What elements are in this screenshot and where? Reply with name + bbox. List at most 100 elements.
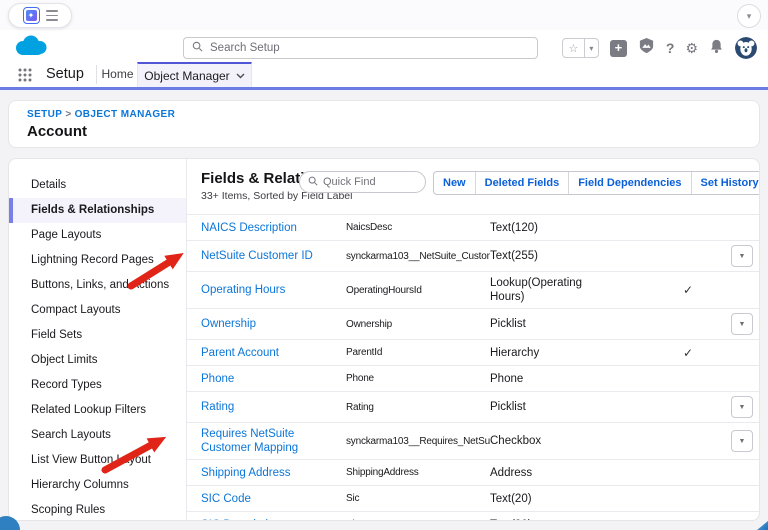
tab-home[interactable]: Home: [98, 62, 137, 87]
field-label-link[interactable]: Ownership: [201, 317, 346, 331]
app-launcher-waffle-icon[interactable]: [18, 68, 32, 87]
action-button[interactable]: Deleted Fields: [474, 172, 569, 194]
sidebar-item[interactable]: Fields & Relationships: [9, 198, 186, 223]
field-data-type: Picklist: [490, 318, 526, 330]
cursor-corner: [757, 521, 768, 530]
sidebar-item[interactable]: Details: [9, 173, 186, 198]
row-menu-cell: ▼: [728, 313, 759, 335]
setup-nav-bar: Setup Home Object Manager: [0, 62, 768, 90]
search-icon: [308, 173, 318, 191]
quick-create-plus-icon[interactable]: +: [609, 39, 627, 57]
trailhead-icon[interactable]: [638, 37, 655, 59]
search-input[interactable]: [210, 42, 529, 54]
action-button[interactable]: New: [434, 172, 475, 194]
row-dropdown-button[interactable]: ▼: [731, 245, 753, 267]
field-data-type: Text(80): [490, 518, 648, 521]
field-label-link[interactable]: Shipping Address: [201, 466, 346, 480]
table-row: Parent Account ParentId Hierarchy ✓: [187, 339, 759, 365]
field-data-type: Text(20): [490, 492, 532, 505]
table-row: SIC Code Sic Text(20): [187, 485, 759, 511]
sidebar-item[interactable]: Field Sets: [9, 323, 186, 348]
table-row: NetSuite Customer ID synckarma103__NetSui…: [187, 240, 759, 271]
table-row: Operating Hours OperatingHoursId Lookup(Op…: [187, 271, 759, 308]
field-api-name: Ownership: [346, 318, 392, 330]
quick-find-input[interactable]: [323, 176, 403, 188]
sidebar-item[interactable]: Object Limits: [9, 348, 186, 373]
row-menu-cell: ▼: [728, 430, 759, 452]
field-api-name: synckarma103__Requires_NetSuite_Cus: [346, 435, 490, 447]
field-data-type: Text(255): [490, 250, 538, 262]
row-dropdown-button[interactable]: ▼: [731, 313, 753, 335]
field-data-type: Checkbox: [490, 435, 542, 447]
favorites-control: ☆ ▾: [561, 38, 599, 58]
field-label-link[interactable]: Phone: [201, 372, 346, 386]
table-row: SIC DescriptionSicDescText(80): [187, 511, 759, 521]
row-dropdown-button[interactable]: ▼: [731, 396, 753, 418]
table-row: NAICS Description NaicsDesc Text(120): [187, 214, 759, 240]
extension-pill[interactable]: ✦: [8, 3, 72, 28]
action-button[interactable]: Set History Tracking: [690, 172, 759, 194]
sidebar-item[interactable]: Hierarchy Columns: [9, 473, 186, 498]
sidebar-item[interactable]: Page Layouts: [9, 223, 186, 248]
indexed-checkmark: ✓: [682, 283, 694, 297]
sidebar-item[interactable]: Search Layouts: [9, 423, 186, 448]
help-icon[interactable]: ?: [666, 40, 675, 56]
chevron-down-icon: [236, 73, 245, 78]
setup-gear-icon[interactable]: ⚙: [685, 40, 698, 57]
favorites-star-icon[interactable]: ☆: [563, 39, 584, 57]
sidebar-item[interactable]: Record Types: [9, 373, 186, 398]
field-api-name: synckarma103__NetSuite_Customer_ID_: [346, 250, 490, 262]
field-label-link[interactable]: SIC Description: [201, 518, 346, 521]
sidebar-item[interactable]: Related Lookup Filters: [9, 398, 186, 423]
field-data-type: Hierarchy: [490, 346, 540, 359]
object-manager-card: Details Fields & Relationships Page Layout…: [8, 158, 760, 521]
favorites-caret-icon[interactable]: ▾: [583, 39, 598, 57]
field-api-name: SicDesc: [346, 519, 490, 520]
sidebar-item[interactable]: Buttons, Links, and Actions: [9, 273, 186, 298]
field-label-link[interactable]: Parent Account: [201, 346, 346, 360]
collapse-toolbar-button[interactable]: ▾: [737, 4, 761, 28]
breadcrumb-setup-link[interactable]: SETUP: [27, 109, 62, 120]
field-label-link[interactable]: NAICS Description: [201, 221, 346, 235]
table-row: Requires NetSuite Customer Mapping syncka…: [187, 422, 759, 459]
table-row: Ownership Ownership Picklist ▼: [187, 308, 759, 339]
field-label-link[interactable]: Operating Hours: [201, 283, 346, 297]
field-label-link[interactable]: SIC Code: [201, 492, 346, 506]
field-label-link[interactable]: Rating: [201, 400, 346, 414]
sidebar-item[interactable]: Compact Layouts: [9, 298, 186, 323]
global-header: ☆ ▾ + ? ⚙: [0, 30, 768, 62]
quick-find[interactable]: [299, 171, 426, 193]
page-background: SETUP > OBJECT MANAGER Account Details Fiel…: [0, 90, 768, 530]
notifications-bell-icon[interactable]: [709, 38, 724, 59]
field-api-name: NaicsDesc: [346, 222, 392, 233]
global-search[interactable]: [183, 37, 538, 59]
browser-toolbar: ✦ ▾: [0, 0, 768, 30]
action-button[interactable]: Field Dependencies: [568, 172, 690, 194]
sidebar-item[interactable]: Scoping Rules: [9, 498, 186, 520]
field-data-type: Address: [490, 466, 533, 479]
field-api-name: OperatingHoursId: [346, 284, 422, 296]
nav-divider: [96, 65, 97, 84]
table-row: Shipping Address ShippingAddress Address: [187, 459, 759, 485]
field-data-type: Picklist: [490, 401, 526, 413]
indexed-checkmark: ✓: [682, 345, 694, 360]
sidebar: Details Fields & Relationships Page Layout…: [9, 159, 187, 520]
extension-sparkle-icon[interactable]: ✦: [22, 7, 40, 24]
tab-object-manager[interactable]: Object Manager: [137, 62, 252, 87]
row-dropdown-button[interactable]: ▼: [731, 430, 753, 452]
chevron-down-icon: ▾: [746, 10, 752, 21]
sidebar-item[interactable]: List View Button Layout: [9, 448, 186, 473]
fields-table: NAICS Description NaicsDesc Text(120) NetSu…: [187, 214, 759, 520]
extension-menu-icon[interactable]: [45, 10, 58, 21]
avatar[interactable]: [735, 37, 757, 59]
sidebar-item[interactable]: Lightning Record Pages: [9, 248, 186, 273]
breadcrumb-object-manager-link[interactable]: OBJECT MANAGER: [75, 109, 176, 120]
field-data-type: Phone: [490, 372, 524, 385]
field-label-link[interactable]: NetSuite Customer ID: [201, 249, 346, 263]
action-button-group: New Deleted Fields Field Dependencies Set H…: [433, 171, 759, 195]
table-row: Phone Phone Phone: [187, 365, 759, 391]
field-label-link[interactable]: Requires NetSuite Customer Mapping: [201, 427, 346, 455]
breadcrumb-card: SETUP > OBJECT MANAGER Account: [8, 100, 760, 148]
field-api-name: ParentId: [346, 347, 383, 358]
row-menu-cell: ▼: [728, 396, 759, 418]
